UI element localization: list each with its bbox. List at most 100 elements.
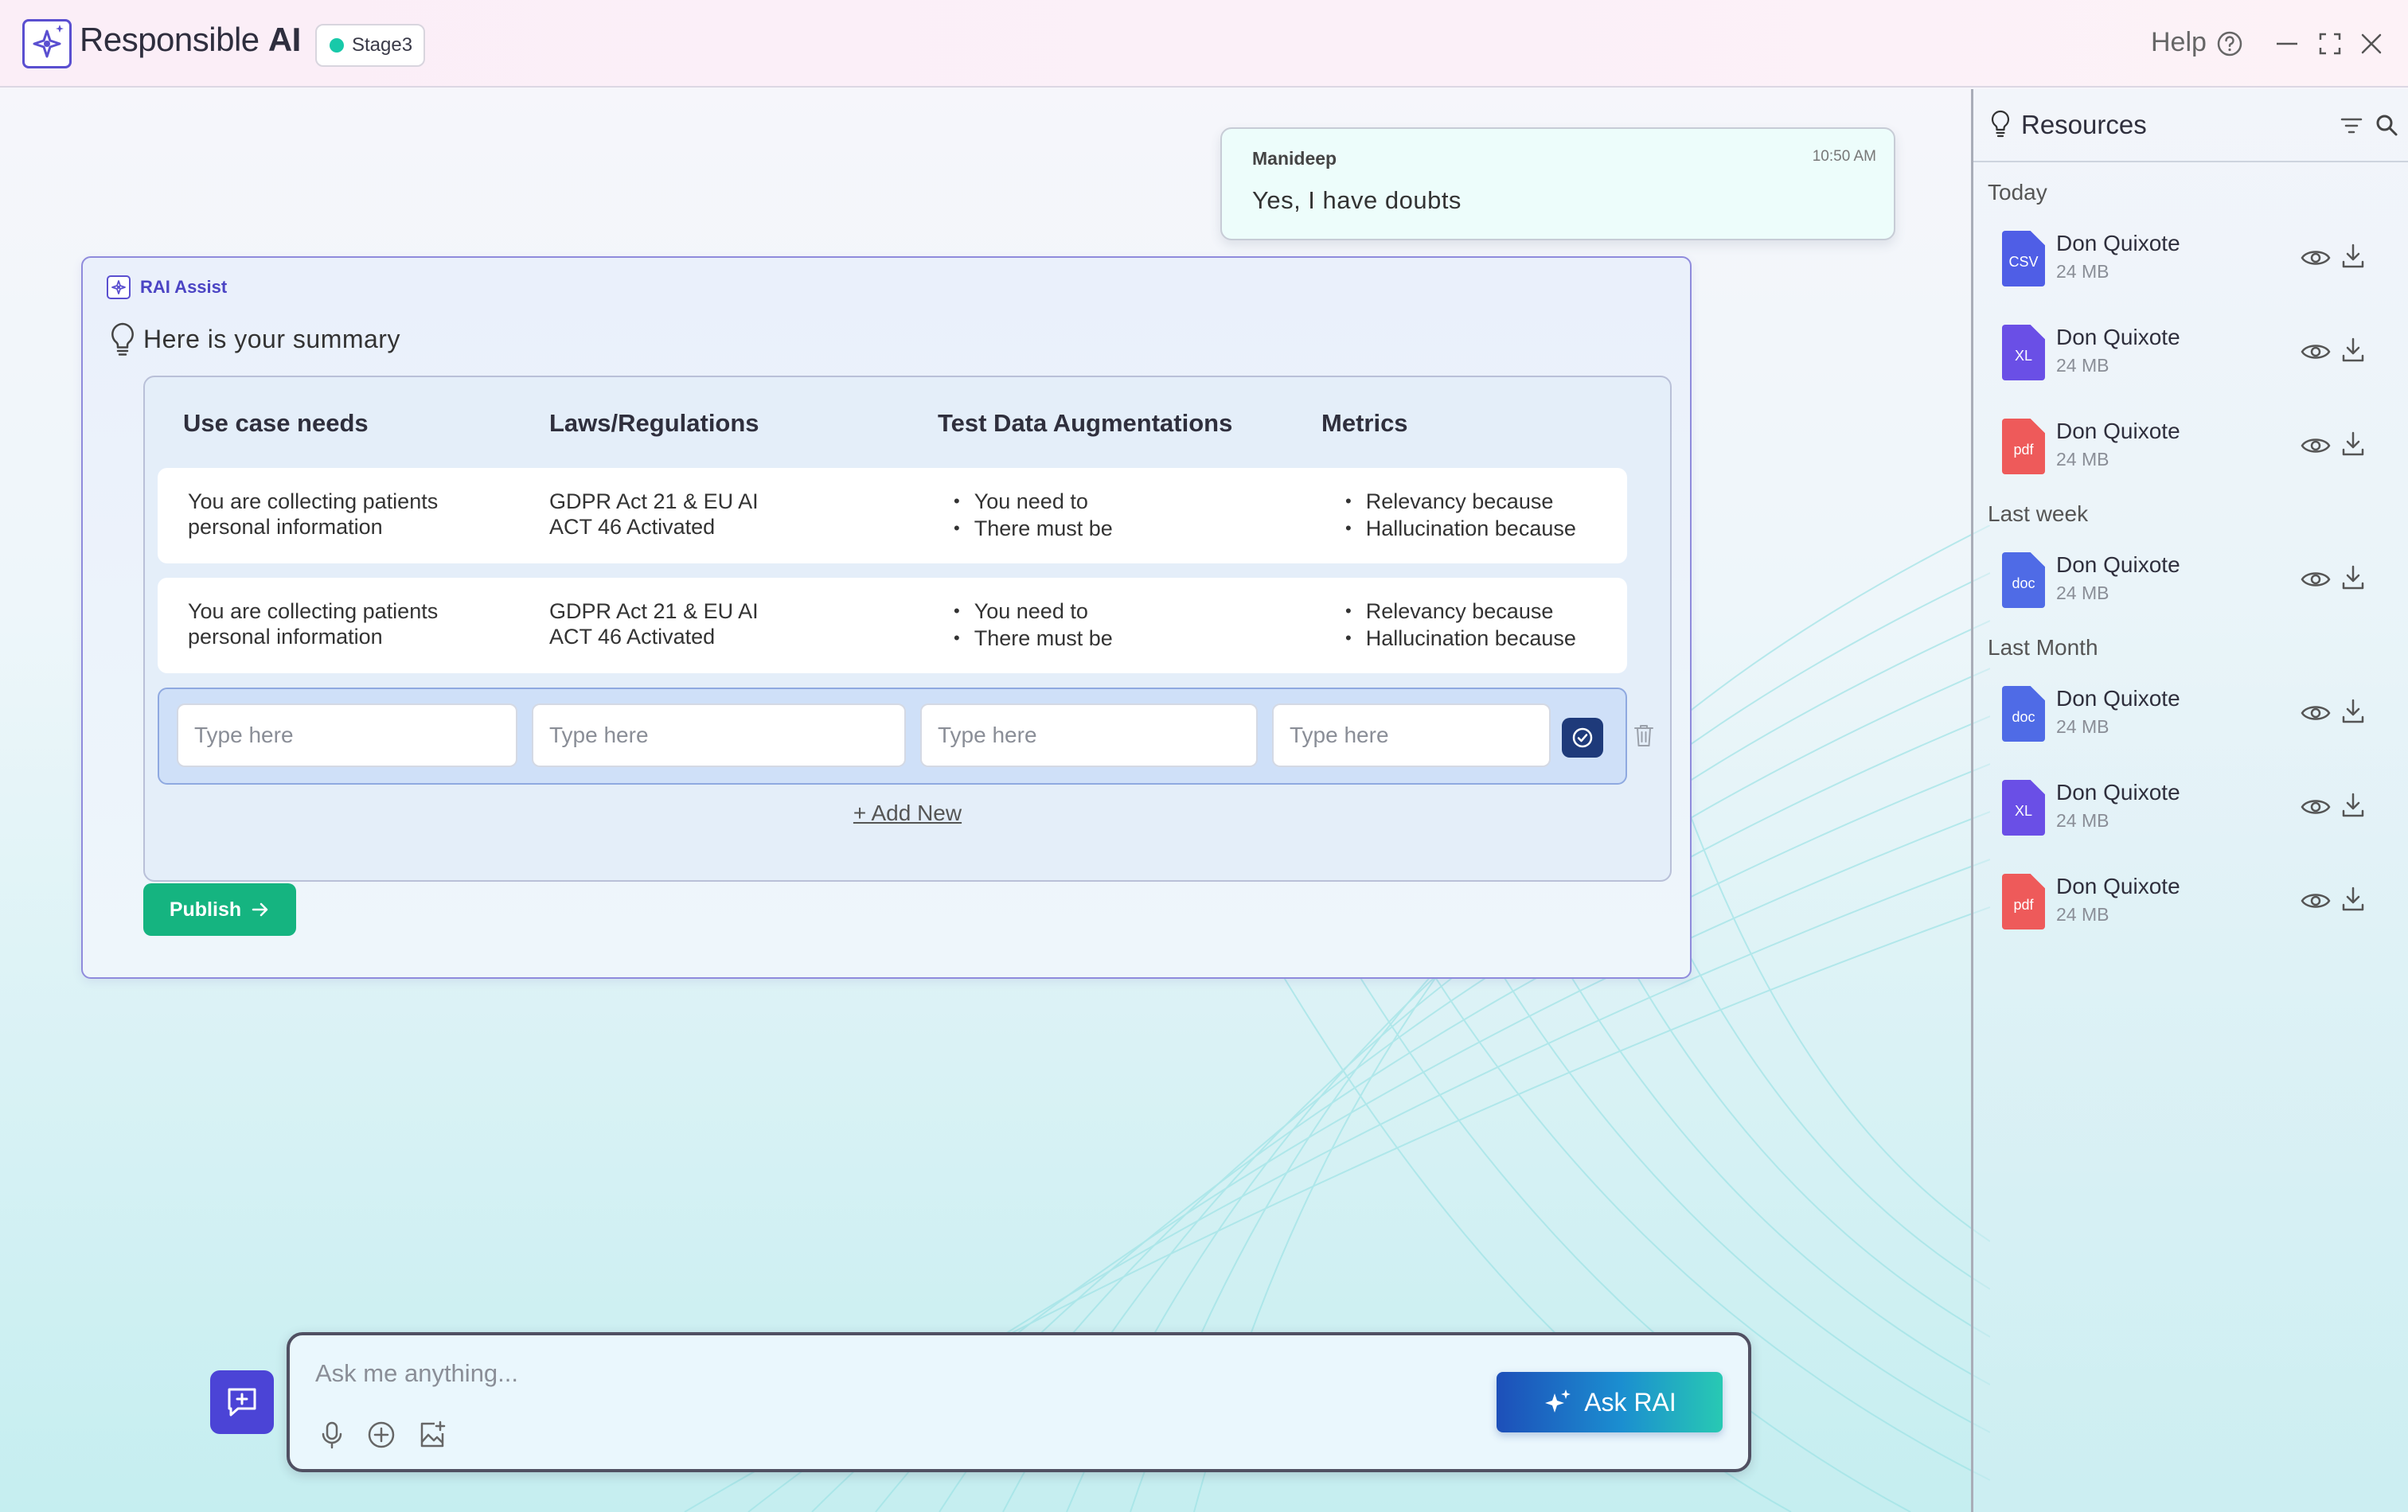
doc-file-icon: doc [2002, 686, 2045, 742]
file-size: 24 MB [2056, 449, 2109, 470]
message-plus-icon [228, 1388, 256, 1417]
lightbulb-icon [111, 322, 134, 356]
maximize-icon[interactable] [2316, 30, 2344, 57]
resource-file-item[interactable]: pdf Don Quixote 24 MB [2002, 412, 2384, 479]
resource-file-item[interactable]: XL Don Quixote 24 MB [2002, 318, 2384, 385]
sparkles-icon [1545, 1389, 1571, 1413]
add-image-icon[interactable] [417, 1420, 447, 1450]
eye-icon[interactable] [2300, 339, 2332, 364]
eye-icon[interactable] [2300, 794, 2332, 820]
filter-icon[interactable] [2340, 115, 2363, 137]
download-icon[interactable] [2340, 242, 2367, 271]
rai-assist-logo-icon [107, 275, 131, 299]
doc-file-icon: doc [2002, 552, 2045, 608]
download-icon[interactable] [2340, 336, 2367, 364]
search-icon[interactable] [2375, 113, 2398, 137]
chat-composer: Ask me anything... Ask RAI [287, 1332, 1751, 1472]
file-size: 24 MB [2056, 261, 2109, 282]
resources-title: Resources [2021, 110, 2147, 139]
cell-use-case: You are collecting patients personal inf… [188, 599, 439, 649]
app-title: Responsible AI [80, 21, 301, 58]
cell-use-case: You are collecting patients personal inf… [188, 489, 439, 539]
help-link[interactable]: Help [2151, 27, 2207, 58]
ask-rai-button-label: Ask RAI [1584, 1387, 1676, 1417]
cell-laws: GDPR Act 21 & EU AI ACT 46 Activated [549, 489, 759, 539]
resources-panel: Resources Today CSV Don Quixote 24 MB XL… [1971, 89, 2408, 1512]
message-author: Manideep [1252, 148, 1337, 169]
arrow-right-icon [252, 902, 268, 917]
message-timestamp: 10:50 AM [1812, 148, 1876, 165]
eye-icon[interactable] [2300, 888, 2332, 914]
user-message-bubble: Manideep 10:50 AM Yes, I have doubts [1220, 127, 1895, 240]
pdf-file-icon: pdf [2002, 874, 2045, 929]
column-header-use-case: Use case needs [183, 409, 369, 437]
add-circle-icon[interactable] [366, 1420, 396, 1450]
stage-badge[interactable]: Stage3 [315, 24, 426, 67]
close-icon[interactable] [2358, 30, 2385, 57]
resource-file-item[interactable]: XL Don Quixote 24 MB [2002, 774, 2384, 840]
ask-rai-button[interactable]: Ask RAI [1497, 1372, 1723, 1432]
download-icon[interactable] [2340, 697, 2367, 726]
cell-metrics: Relevancy becauseHallucination because [1345, 489, 1576, 543]
table-row[interactable]: You are collecting patients personal inf… [158, 578, 1627, 673]
file-name: Don Quixote [2056, 231, 2180, 255]
download-icon[interactable] [2340, 791, 2367, 820]
lightbulb-icon [1991, 110, 2010, 138]
excel-file-icon: XL [2002, 325, 2045, 380]
stage-status-dot [330, 38, 344, 53]
assistant-label: RAI Assist [140, 277, 228, 297]
eye-icon[interactable] [2300, 433, 2332, 458]
file-name: Don Quixote [2056, 874, 2180, 898]
cell-augmentations: You need toThere must be [954, 598, 1113, 653]
eye-icon[interactable] [2300, 567, 2332, 592]
resource-file-item[interactable]: pdf Don Quixote 24 MB [2002, 867, 2384, 934]
file-name: Don Quixote [2056, 686, 2180, 711]
download-icon[interactable] [2340, 430, 2367, 458]
confirm-row-button[interactable] [1562, 718, 1603, 758]
help-circle-icon[interactable] [2216, 30, 2243, 57]
publish-button-label: Publish [169, 898, 242, 921]
download-icon[interactable] [2340, 563, 2367, 592]
column-header-metrics: Metrics [1321, 409, 1408, 437]
group-label-last-week: Last week [1988, 501, 2089, 526]
microphone-icon[interactable] [317, 1420, 347, 1450]
app-logo-icon [22, 19, 72, 68]
file-size: 24 MB [2056, 904, 2109, 925]
file-name: Don Quixote [2056, 325, 2180, 349]
trash-icon[interactable] [1632, 723, 1656, 748]
eye-icon[interactable] [2300, 245, 2332, 271]
add-new-row-link[interactable]: + Add New [145, 801, 1670, 826]
check-circle-icon [1572, 727, 1593, 748]
minimize-icon[interactable] [2273, 30, 2301, 57]
laws-input[interactable] [532, 703, 906, 767]
download-icon[interactable] [2340, 885, 2367, 914]
summary-table: Use case needs Laws/Regulations Test Dat… [143, 376, 1672, 882]
new-row-editor [158, 688, 1627, 785]
augmentations-input[interactable] [920, 703, 1258, 767]
table-row[interactable]: You are collecting patients personal inf… [158, 468, 1627, 563]
file-name: Don Quixote [2056, 552, 2180, 577]
group-label-today: Today [1988, 180, 2047, 205]
cell-metrics: Relevancy becauseHallucination because [1345, 598, 1576, 653]
resources-header: Resources [1973, 89, 2408, 162]
resource-file-item[interactable]: doc Don Quixote 24 MB [2002, 546, 2384, 613]
resource-file-item[interactable]: doc Don Quixote 24 MB [2002, 680, 2384, 746]
stage-badge-label: Stage3 [352, 34, 413, 56]
eye-icon[interactable] [2300, 700, 2332, 726]
file-name: Don Quixote [2056, 419, 2180, 443]
group-label-last-month: Last Month [1988, 635, 2098, 660]
csv-file-icon: CSV [2002, 231, 2045, 286]
excel-file-icon: XL [2002, 780, 2045, 836]
pdf-file-icon: pdf [2002, 419, 2045, 474]
ask-input[interactable]: Ask me anything... [315, 1359, 518, 1388]
metrics-input[interactable] [1272, 703, 1551, 767]
cell-augmentations: You need toThere must be [954, 489, 1113, 543]
resource-file-item[interactable]: CSV Don Quixote 24 MB [2002, 224, 2384, 291]
file-size: 24 MB [2056, 355, 2109, 376]
file-size: 24 MB [2056, 716, 2109, 737]
file-size: 24 MB [2056, 583, 2109, 603]
cell-laws: GDPR Act 21 & EU AI ACT 46 Activated [549, 599, 759, 649]
new-chat-button[interactable] [210, 1370, 274, 1434]
publish-button[interactable]: Publish [143, 883, 296, 936]
use-case-input[interactable] [177, 703, 517, 767]
